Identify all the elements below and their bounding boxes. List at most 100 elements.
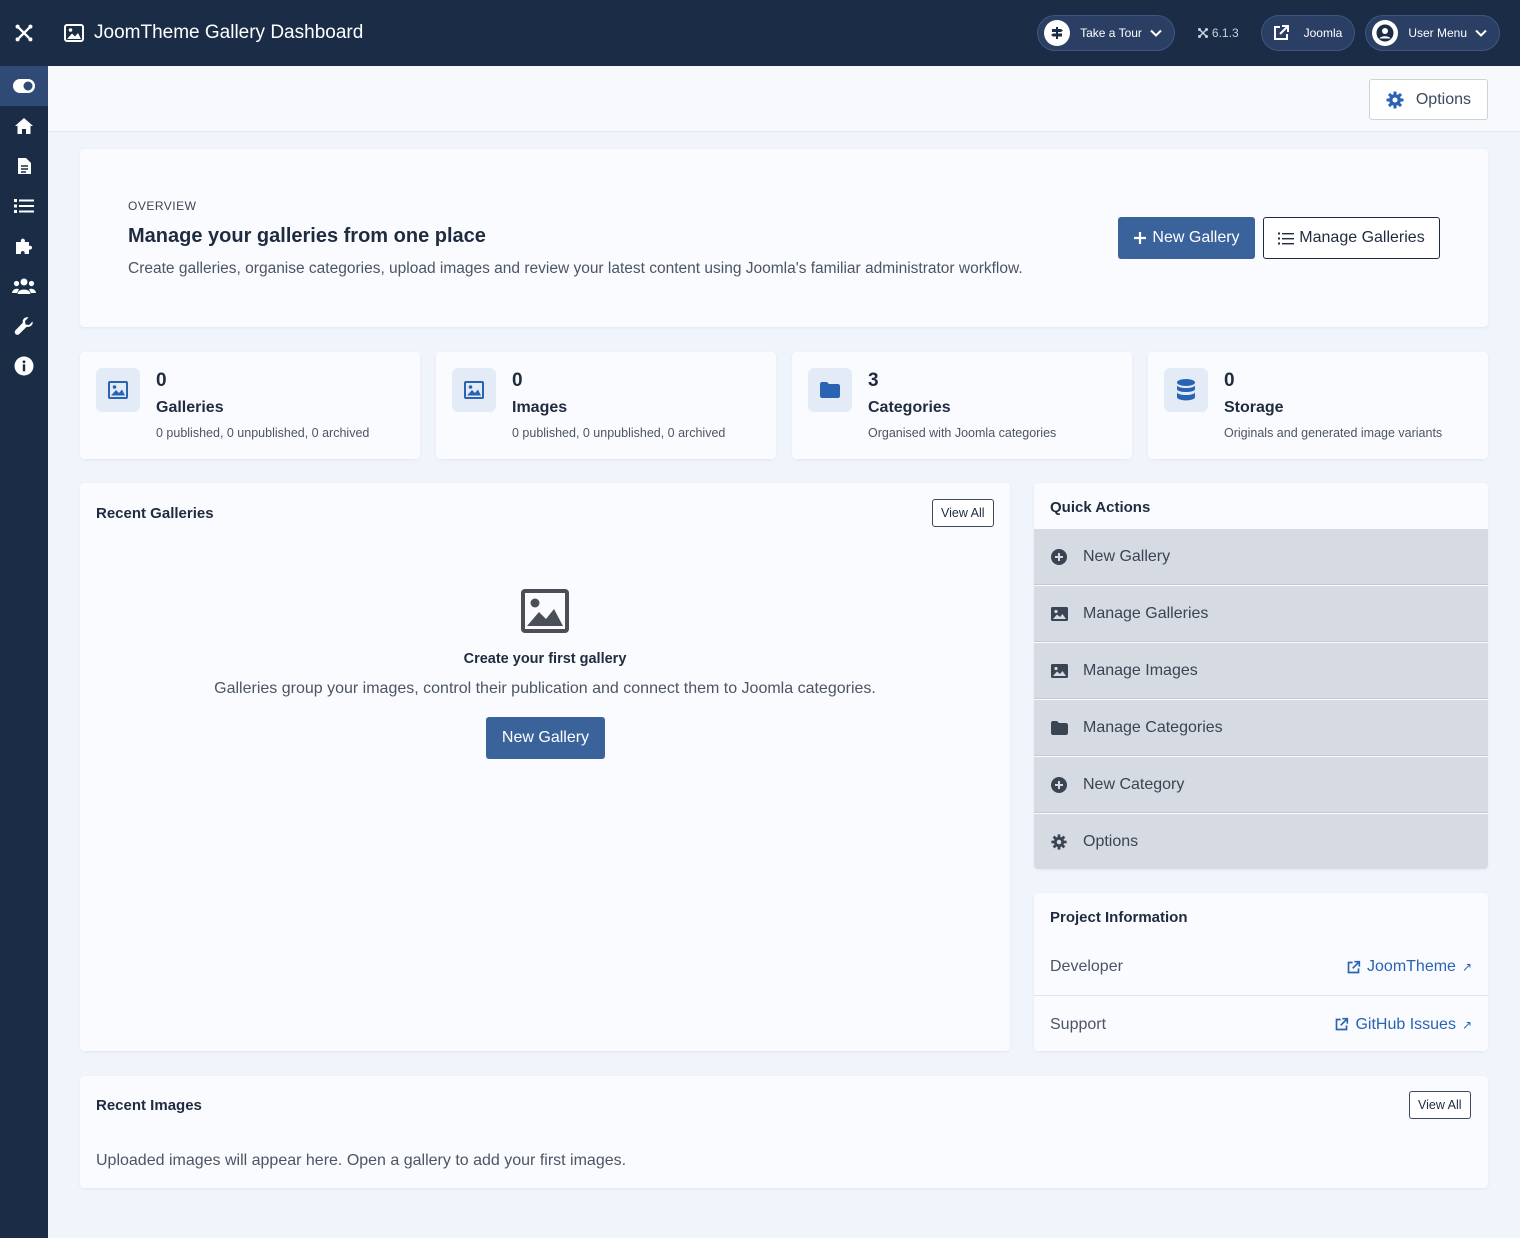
user-menu-label: User Menu	[1408, 26, 1467, 40]
user-circle-icon	[1372, 20, 1399, 46]
overview-eyebrow: OVERVIEW	[128, 199, 197, 213]
take-a-tour-label: Take a Tour	[1080, 26, 1142, 40]
quick-action-new-gallery[interactable]: New Gallery	[1034, 529, 1488, 585]
quick-action-new-category[interactable]: New Category	[1034, 757, 1488, 813]
images-sub: 0 published, 0 unpublished, 0 archived	[512, 426, 726, 440]
storage-sub: Originals and generated image variants	[1224, 426, 1443, 440]
options-label: Options	[1415, 90, 1471, 108]
page-title: JoomTheme Gallery Dashboard	[64, 22, 363, 44]
quick-action-label: Manage Categories	[1083, 718, 1223, 736]
storage-count: 0	[1224, 370, 1235, 391]
manage-galleries-label: Manage Galleries	[1299, 229, 1425, 246]
quick-action-label: New Category	[1083, 775, 1185, 793]
sidebar-item-home[interactable]	[0, 106, 48, 146]
version-badge: 6.1.3	[1197, 26, 1239, 40]
categories-sub: Organised with Joomla categories	[868, 426, 1057, 440]
empty-state-title: Create your first gallery	[463, 651, 627, 667]
quick-action-label: Options	[1083, 833, 1139, 850]
puzzle-icon	[16, 238, 33, 254]
support-link-text: GitHub Issues	[1355, 1015, 1456, 1033]
quick-action-manage-categories[interactable]: Manage Categories	[1034, 700, 1488, 756]
empty-new-gallery-button[interactable]: New Gallery	[486, 717, 605, 759]
info-icon	[14, 356, 34, 376]
overview-card: OVERVIEW Manage your galleries from one …	[80, 149, 1488, 327]
file-icon	[17, 158, 31, 174]
project-info-developer-row: Developer JoomTheme ↗	[1034, 939, 1488, 996]
wrench-icon	[14, 317, 33, 335]
external-link-icon	[1336, 1017, 1349, 1031]
quick-action-label: Manage Images	[1083, 661, 1198, 679]
plus-icon	[1134, 232, 1147, 244]
galleries-label: Galleries	[156, 399, 224, 416]
new-gallery-button[interactable]: New Gallery	[1118, 217, 1255, 259]
support-link[interactable]: GitHub Issues ↗	[1334, 1016, 1472, 1034]
image-icon	[96, 368, 140, 412]
manage-galleries-button[interactable]: Manage Galleries	[1263, 217, 1440, 259]
overview-description: Create galleries, organise categories, u…	[128, 260, 1023, 277]
home-icon	[15, 118, 33, 134]
toolbar: Options	[48, 66, 1520, 132]
developer-link[interactable]: JoomTheme ↗	[1346, 958, 1472, 976]
user-menu-button[interactable]: User Menu	[1365, 15, 1500, 51]
galleries-sub: 0 published, 0 unpublished, 0 archived	[156, 426, 370, 440]
overview-title: Manage your galleries from one place	[128, 225, 486, 247]
recent-galleries-view-all-button[interactable]: View All	[932, 499, 994, 527]
stat-card-storage: 0 Storage Originals and generated image …	[1148, 352, 1488, 459]
recent-galleries-card: Recent Galleries View All Create your fi…	[80, 483, 1010, 1051]
image-icon	[452, 368, 496, 412]
quick-action-options[interactable]: Options	[1034, 814, 1488, 869]
list-icon	[14, 199, 34, 213]
version-text: 6.1.3	[1211, 26, 1239, 40]
image-icon	[64, 24, 84, 42]
take-a-tour-button[interactable]: Take a Tour	[1037, 15, 1175, 51]
quick-actions-title: Quick Actions	[1050, 499, 1151, 516]
database-icon	[1164, 368, 1208, 412]
sidebar-item-content[interactable]	[0, 146, 48, 186]
galleries-count: 0	[156, 370, 167, 391]
quick-action-label: Manage Galleries	[1083, 604, 1209, 622]
quick-action-manage-galleries[interactable]: Manage Galleries	[1034, 586, 1488, 642]
project-information-card: Project Information Developer JoomTheme …	[1034, 893, 1488, 1051]
external-link-icon	[1347, 960, 1361, 973]
images-count: 0	[512, 370, 523, 391]
sidebar-item-help[interactable]	[0, 346, 48, 386]
stat-card-categories: 3 Categories Organised with Joomla categ…	[792, 352, 1132, 459]
recent-galleries-title: Recent Galleries	[96, 505, 214, 522]
joomla-site-link[interactable]: Joomla	[1260, 15, 1356, 51]
sidebar-item-toggle-menu[interactable]	[0, 66, 48, 106]
joomla-logo[interactable]	[0, 0, 48, 66]
categories-count: 3	[868, 370, 879, 391]
sidebar-item-components[interactable]	[0, 226, 48, 266]
arrow-up-right-icon: ↗	[1461, 1017, 1472, 1032]
chevron-down-icon	[1475, 29, 1487, 37]
sidebar-item-users[interactable]	[0, 266, 48, 306]
list-icon	[1278, 232, 1295, 244]
quick-action-label: New Gallery	[1083, 547, 1171, 565]
recent-images-card: Recent Images View All Uploaded images w…	[80, 1076, 1488, 1188]
project-info-support-row: Support GitHub Issues ↗	[1034, 996, 1488, 1053]
stat-card-images: 0 Images 0 published, 0 unpublished, 0 a…	[436, 352, 776, 459]
image-icon	[1050, 663, 1068, 678]
empty-image-icon	[521, 589, 569, 638]
sidebar	[0, 66, 48, 1238]
toggle-on-icon	[13, 79, 35, 93]
developer-link-text: JoomTheme	[1367, 958, 1456, 975]
quick-actions-card: Quick Actions New Gallery Manage Galleri…	[1034, 483, 1488, 869]
plus-circle-icon	[1050, 776, 1068, 793]
plus-circle-icon	[1050, 548, 1068, 565]
arrow-up-right-icon: ↗	[1461, 960, 1472, 974]
sidebar-item-system[interactable]	[0, 306, 48, 346]
page-title-text: JoomTheme Gallery Dashboard	[94, 22, 364, 43]
empty-state-description: Galleries group your images, control the…	[214, 680, 876, 697]
quick-action-manage-images[interactable]: Manage Images	[1034, 643, 1488, 699]
recent-images-empty-text: Uploaded images will appear here. Open a…	[96, 1152, 627, 1169]
recent-images-view-all-button[interactable]: View All	[1409, 1091, 1471, 1119]
sidebar-item-menus[interactable]	[0, 186, 48, 226]
folder-icon	[1050, 720, 1068, 735]
external-link-icon	[1268, 20, 1294, 46]
joomla-small-icon	[1197, 28, 1208, 38]
options-button[interactable]: Options	[1368, 79, 1488, 120]
users-icon	[12, 278, 36, 294]
joomla-link-label: Joomla	[1303, 26, 1343, 40]
gear-icon	[1386, 90, 1404, 109]
